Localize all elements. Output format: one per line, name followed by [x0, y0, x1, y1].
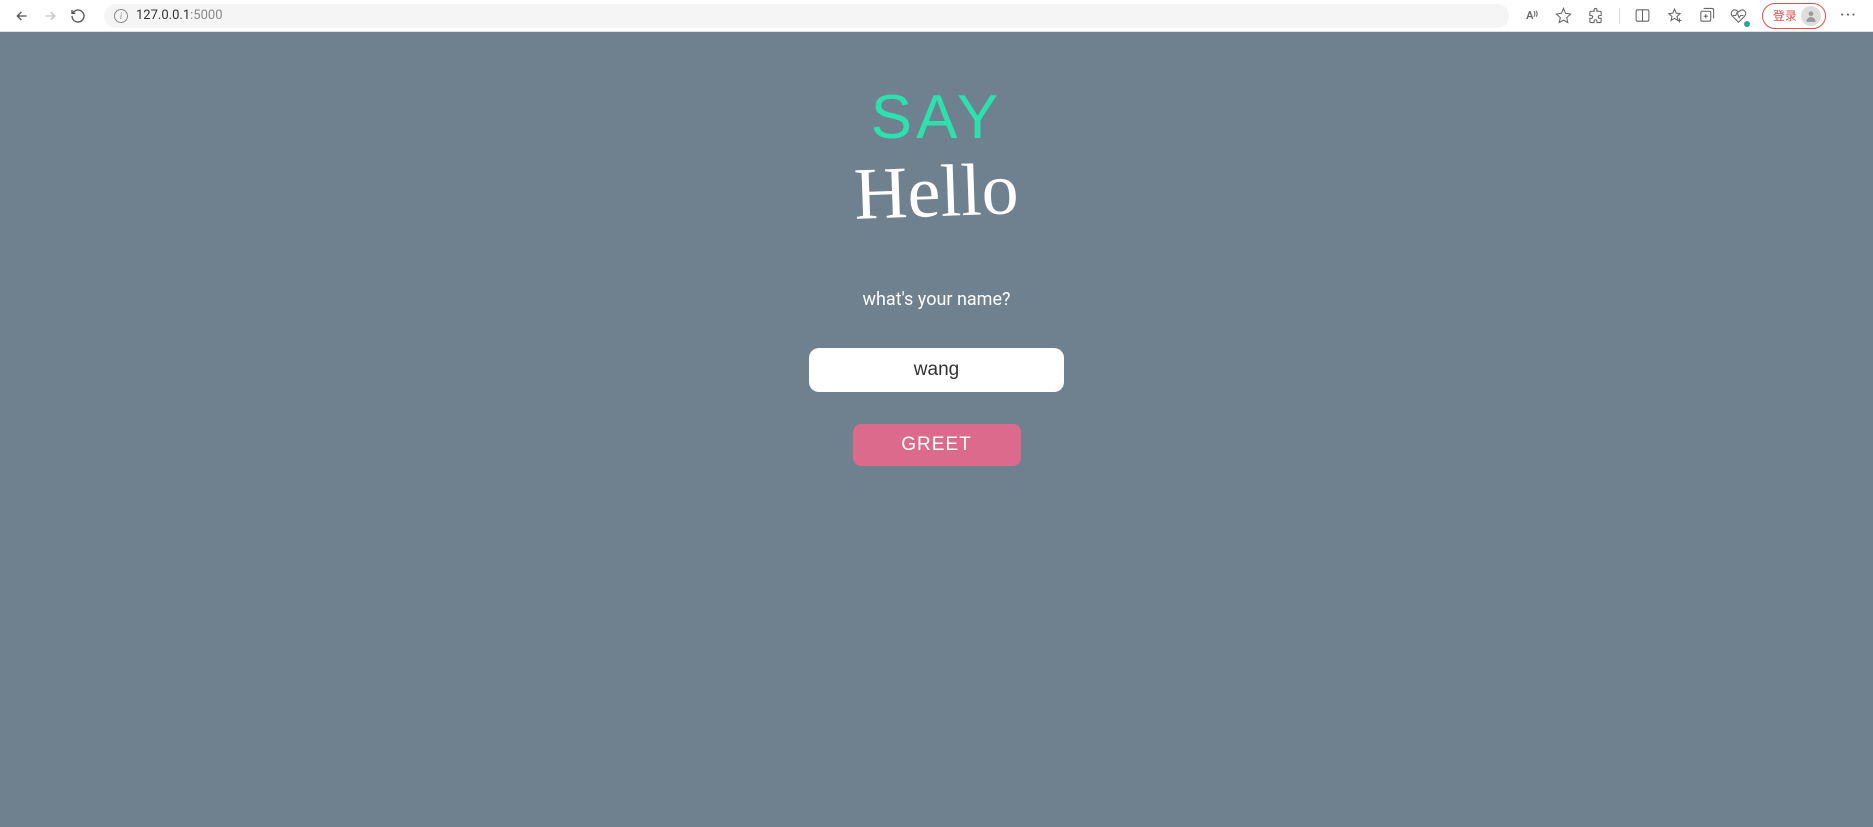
favorites-bar-button[interactable] — [1666, 7, 1684, 25]
extensions-button[interactable] — [1587, 7, 1605, 25]
logo-say: SAY — [871, 87, 1002, 149]
favorite-button[interactable] — [1555, 7, 1573, 25]
url-port: :5000 — [190, 8, 222, 23]
toolbar-right: A⁾⁾ 登录 ··· — [1523, 3, 1863, 29]
puzzle-icon — [1587, 7, 1604, 24]
forward-button[interactable] — [42, 8, 58, 24]
read-aloud-button[interactable]: A⁾⁾ — [1523, 7, 1541, 25]
page-content: SAY Hello what's your name? GREET — [0, 32, 1873, 827]
arrow-right-icon — [42, 8, 58, 24]
site-info-icon[interactable]: i — [114, 9, 128, 23]
login-label: 登录 — [1773, 7, 1797, 24]
more-menu-button[interactable]: ··· — [1840, 5, 1857, 26]
collections-icon — [1698, 7, 1715, 24]
logo-hello: Hello — [853, 152, 1020, 232]
url-host: 127.0.0.1 — [136, 8, 190, 23]
star-plus-icon — [1666, 7, 1683, 24]
name-input[interactable] — [809, 348, 1064, 392]
back-button[interactable] — [14, 8, 30, 24]
refresh-icon — [70, 8, 86, 24]
read-aloud-icon: A⁾⁾ — [1526, 9, 1537, 22]
refresh-button[interactable] — [70, 8, 86, 24]
toolbar-divider — [1619, 8, 1620, 24]
split-icon — [1634, 7, 1651, 24]
split-screen-button[interactable] — [1634, 7, 1652, 25]
url-display: 127.0.0.1:5000 — [136, 8, 223, 23]
collections-button[interactable] — [1698, 7, 1716, 25]
avatar-icon — [1801, 6, 1821, 26]
name-prompt: what's your name? — [862, 289, 1010, 310]
performance-button[interactable] — [1730, 7, 1748, 25]
nav-buttons — [10, 8, 90, 24]
arrow-left-icon — [14, 8, 30, 24]
dots-icon: ··· — [1840, 5, 1857, 26]
login-button[interactable]: 登录 — [1762, 3, 1826, 29]
greet-button[interactable]: GREET — [853, 424, 1021, 466]
browser-toolbar: i 127.0.0.1:5000 A⁾⁾ 登录 — [0, 0, 1873, 32]
star-icon — [1555, 7, 1572, 24]
address-bar[interactable]: i 127.0.0.1:5000 — [104, 4, 1509, 28]
